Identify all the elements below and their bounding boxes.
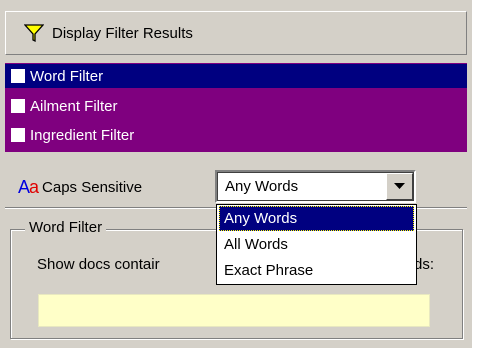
word-filter-input[interactable] bbox=[38, 294, 430, 327]
caps-sensitive-toggle[interactable]: Aa Caps Sensitive bbox=[18, 172, 142, 202]
option-exact-phrase[interactable]: Exact Phrase bbox=[219, 258, 414, 283]
match-mode-value: Any Words bbox=[225, 178, 299, 195]
group-legend: Word Filter bbox=[25, 219, 107, 236]
group-description-end: ds: bbox=[414, 256, 435, 273]
caps-sensitive-icon: Aa bbox=[18, 176, 39, 197]
option-all-words[interactable]: All Words bbox=[219, 232, 414, 257]
ailment-filter-checkbox[interactable] bbox=[11, 99, 25, 113]
filter-item-label: Ailment Filter bbox=[30, 97, 118, 115]
filter-funnel-icon bbox=[24, 24, 44, 43]
filter-item-label: Ingredient Filter bbox=[30, 126, 135, 144]
caps-sensitive-label: Caps Sensitive bbox=[42, 178, 143, 196]
filter-item-label: Word Filter bbox=[30, 67, 104, 85]
word-filter-checkbox[interactable] bbox=[11, 69, 25, 83]
match-mode-select[interactable]: Any Words bbox=[215, 170, 416, 203]
group-description: Show docs contair bbox=[37, 256, 160, 273]
filter-item-ailment[interactable]: Ailment Filter bbox=[5, 94, 467, 118]
display-filter-results-label: Display Filter Results bbox=[52, 24, 193, 42]
option-any-words[interactable]: Any Words bbox=[219, 206, 414, 231]
dropdown-button[interactable] bbox=[386, 173, 413, 200]
chevron-down-icon bbox=[394, 183, 405, 189]
display-filter-results-button[interactable]: Display Filter Results bbox=[5, 11, 467, 55]
panel-background: Display Filter Results Word Filter Ailme… bbox=[0, 0, 472, 348]
filter-list[interactable]: Word Filter Ailment Filter Ingredient Fi… bbox=[5, 63, 467, 152]
ingredient-filter-checkbox[interactable] bbox=[11, 128, 25, 142]
filter-panel: Display Filter Results Word Filter Ailme… bbox=[0, 0, 485, 348]
filter-item-word[interactable]: Word Filter bbox=[5, 64, 467, 88]
match-mode-dropdown-list[interactable]: Any Words All Words Exact Phrase bbox=[216, 204, 417, 285]
filter-item-ingredient[interactable]: Ingredient Filter bbox=[5, 123, 467, 147]
